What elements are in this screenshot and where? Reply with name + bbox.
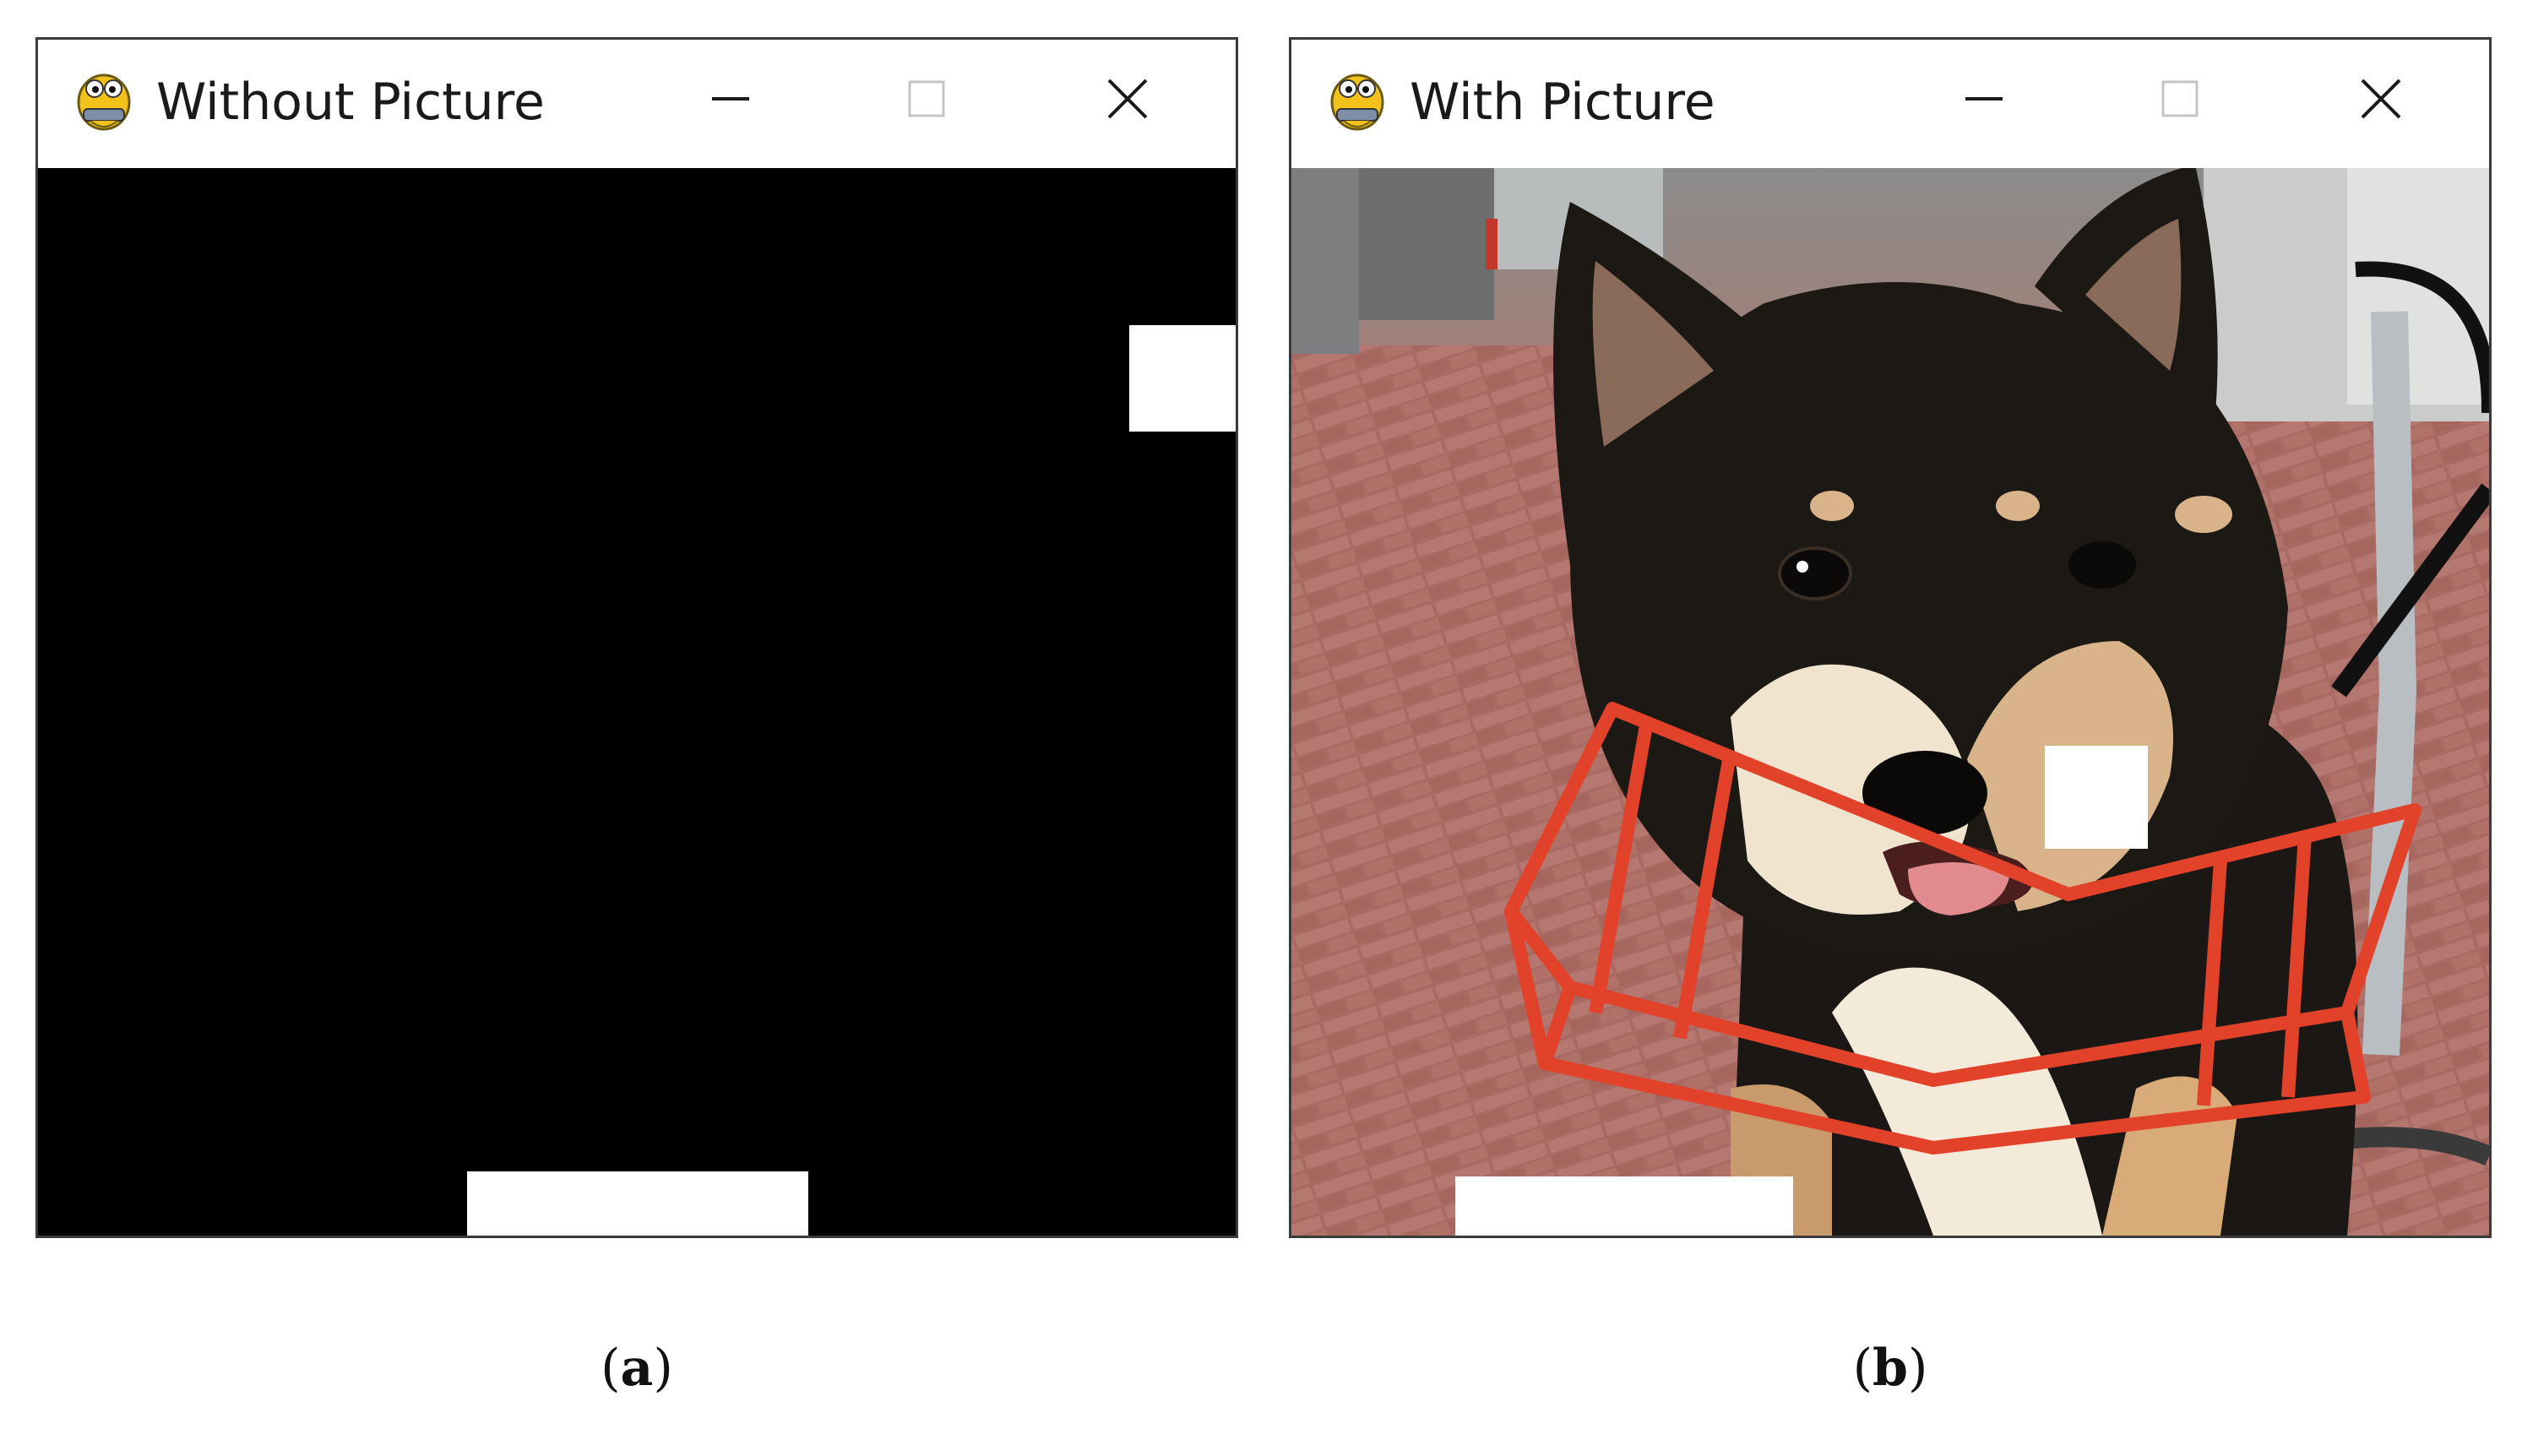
minimize-button[interactable]	[1959, 73, 2009, 124]
close-button[interactable]	[1102, 73, 1153, 124]
caption-open: (	[1852, 1339, 1873, 1398]
paddle[interactable]	[467, 1171, 808, 1236]
figure-caption-a: (a)	[35, 1338, 1238, 1399]
minimize-button[interactable]	[705, 73, 756, 124]
game-canvas[interactable]	[38, 168, 1236, 1236]
maximize-button[interactable]	[901, 73, 952, 124]
pygame-snake-icon	[72, 65, 136, 136]
dog-photo-background	[1291, 168, 2489, 1236]
close-button[interactable]	[2356, 73, 2406, 124]
maximize-icon	[908, 80, 945, 117]
panel-b: With Picture (b)	[1289, 0, 2497, 1456]
caption-letter: a	[620, 1339, 654, 1398]
caption-letter: b	[1872, 1339, 1908, 1398]
close-icon	[1107, 79, 1148, 119]
title-bar[interactable]: With Picture	[1291, 40, 2489, 168]
window-title: Without Picture	[156, 73, 545, 132]
panel-a: Without Picture (a)	[35, 0, 1243, 1456]
minimize-icon	[1965, 97, 2003, 101]
caption-open: (	[601, 1339, 621, 1398]
caption-close: )	[653, 1339, 673, 1398]
game-canvas[interactable]	[1291, 168, 2489, 1236]
brick	[2045, 746, 2148, 849]
game-window-with-picture: With Picture	[1289, 37, 2492, 1238]
maximize-icon	[2161, 80, 2199, 117]
pygame-snake-icon	[1325, 65, 1389, 136]
game-window-without-picture: Without Picture	[35, 37, 1238, 1238]
close-icon	[2361, 79, 2401, 119]
maximize-button[interactable]	[2155, 73, 2205, 124]
caption-close: )	[1907, 1339, 1928, 1398]
title-bar[interactable]: Without Picture	[38, 40, 1236, 168]
minimize-icon	[712, 97, 749, 101]
figure-caption-b: (b)	[1289, 1338, 2492, 1399]
paddle[interactable]	[1455, 1176, 1793, 1236]
brick	[1129, 325, 1236, 432]
window-title: With Picture	[1410, 73, 1715, 132]
